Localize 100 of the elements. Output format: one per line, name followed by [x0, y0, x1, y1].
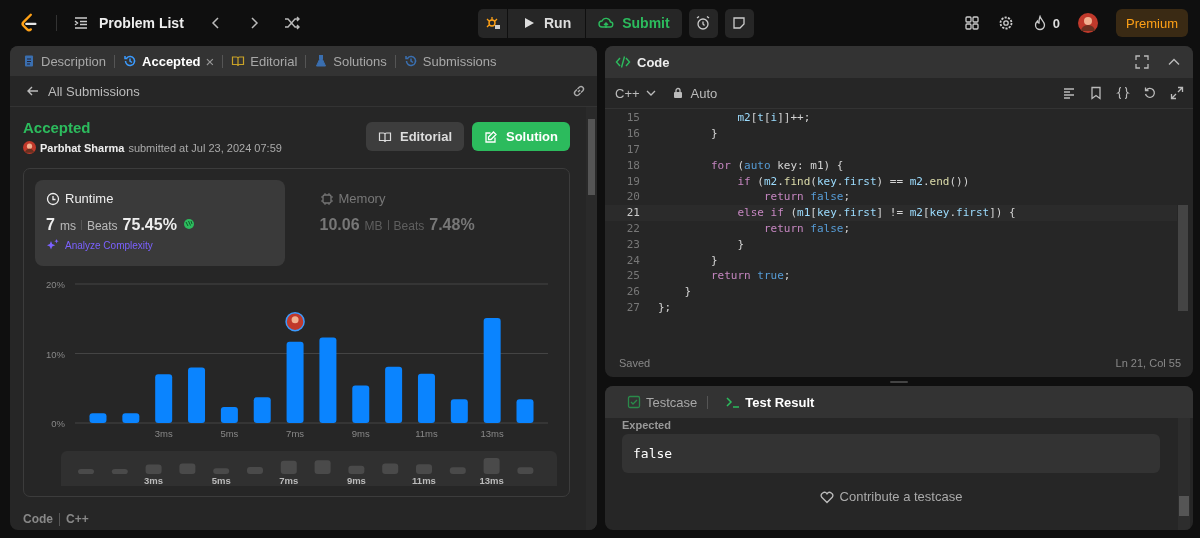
overview-label: 7ms — [279, 475, 299, 486]
overview-bar — [382, 463, 399, 474]
bar[interactable] — [352, 385, 370, 423]
beats-label: Beats — [86, 219, 118, 233]
run-button[interactable]: Run — [508, 8, 586, 38]
bar[interactable] — [417, 373, 435, 423]
tab[interactable]: Description — [20, 53, 109, 69]
tab[interactable]: Test Result — [714, 394, 815, 410]
bar[interactable] — [122, 413, 140, 423]
line-number: 19 — [625, 174, 641, 188]
overview-bar — [247, 467, 263, 474]
chip-icon — [319, 191, 334, 206]
flask-icon — [314, 54, 329, 68]
tab[interactable]: Editorial — [229, 53, 300, 69]
line-number: 23 — [625, 237, 641, 251]
code-line: } — [683, 285, 692, 299]
line-number: 21 — [625, 206, 641, 220]
note-icon — [731, 15, 748, 31]
language-label: C++ — [66, 512, 89, 526]
bar[interactable] — [516, 399, 534, 423]
avatar[interactable] — [1078, 13, 1098, 33]
stat-unit: ms — [59, 219, 76, 233]
submitted-time: submitted at Jul 23, 2024 07:59 — [128, 141, 282, 154]
range-overview[interactable]: 3ms 5ms 7ms 9ms 11ms 13ms — [61, 451, 557, 486]
timer-button[interactable] — [688, 8, 718, 38]
settings-icon[interactable] — [997, 15, 1014, 31]
bar[interactable] — [188, 367, 206, 423]
link-icon[interactable] — [571, 83, 587, 99]
x-tick-label: 13ms — [480, 428, 504, 439]
beats-value: 75.45% — [122, 216, 177, 234]
code-icon — [615, 54, 631, 70]
tab[interactable]: Accepted × — [121, 52, 217, 70]
bar[interactable] — [385, 366, 403, 423]
overview-bar — [78, 468, 94, 474]
memory-card[interactable]: Memory 10.06 MB Beats 7.48% — [308, 180, 558, 266]
document-icon — [22, 54, 36, 68]
x-tick-label: 7ms — [286, 428, 305, 439]
bar[interactable] — [155, 374, 173, 423]
note-button[interactable] — [724, 8, 754, 38]
line-number: 27 — [625, 300, 641, 314]
reset-icon[interactable] — [1143, 86, 1157, 100]
code-line: } — [709, 127, 718, 141]
contribute-testcase-link[interactable]: Contribute a testcase — [839, 489, 963, 504]
debug-button[interactable] — [478, 8, 507, 38]
code-line: return false; — [762, 221, 851, 235]
overview-bar — [483, 457, 500, 474]
scrollbar[interactable] — [1178, 418, 1190, 530]
code-line: } — [709, 253, 718, 267]
all-submissions-link[interactable]: All Submissions — [48, 83, 563, 99]
premium-button[interactable]: Premium — [1116, 9, 1188, 37]
code-line: m2[t[i]]++; — [736, 111, 811, 125]
stat-value: 10.06 — [319, 216, 360, 234]
bar[interactable] — [220, 407, 238, 423]
language-select[interactable]: C++ — [615, 85, 657, 101]
bar[interactable] — [253, 397, 271, 423]
close-icon[interactable]: × — [205, 52, 215, 70]
overview-bar — [449, 467, 466, 474]
heart-icon[interactable] — [819, 489, 834, 504]
overview-bar — [213, 468, 230, 474]
problem-list-title[interactable]: Problem List — [99, 15, 184, 31]
save-status: Saved — [619, 357, 651, 369]
format-icon[interactable] — [1062, 86, 1076, 100]
back-arrow-icon[interactable] — [26, 84, 40, 98]
braces-icon[interactable] — [1116, 86, 1130, 100]
x-tick-label: 9ms — [351, 428, 370, 439]
tab[interactable]: Solutions — [312, 53, 389, 69]
scrollbar[interactable] — [586, 107, 597, 530]
tab[interactable]: Testcase — [615, 394, 698, 410]
stat-title: Runtime — [65, 191, 114, 206]
tab[interactable]: Submissions — [401, 53, 499, 69]
clock-icon — [46, 191, 60, 206]
beats-label: Beats — [393, 219, 425, 233]
stat-title: Memory — [338, 191, 386, 206]
bar[interactable] — [450, 399, 468, 423]
bar[interactable] — [483, 318, 501, 423]
mode-label[interactable]: Auto — [690, 85, 718, 101]
overview-label: 11ms — [412, 475, 436, 486]
expand-icon[interactable] — [1170, 86, 1184, 100]
overview-bar — [416, 464, 432, 474]
code-label: Code — [23, 512, 53, 526]
cursor-position: Ln 21, Col 55 — [1115, 357, 1181, 369]
fullscreen-icon[interactable] — [1135, 55, 1149, 69]
checkbox-icon — [627, 395, 641, 409]
lock-icon — [671, 87, 684, 99]
author-name[interactable]: Parbhat Sharma — [40, 141, 125, 154]
y-tick-label: 0% — [51, 418, 65, 429]
runtime-card[interactable]: Runtime 7 ms Beats 75.45% Analyze Complexity — [35, 180, 285, 266]
bookmark-icon[interactable] — [1089, 86, 1103, 100]
overview-label: 5ms — [211, 475, 231, 486]
editorial-button[interactable]: Editorial — [366, 122, 464, 151]
user-avatar-marker — [285, 311, 305, 332]
bar[interactable] — [89, 413, 107, 423]
stat-value: 7 — [46, 216, 55, 234]
submit-button[interactable]: Submit — [586, 8, 682, 38]
shuffle-icon[interactable] — [283, 15, 300, 31]
x-tick-label: 11ms — [415, 428, 438, 439]
list-icon[interactable] — [73, 15, 89, 31]
layout-icon[interactable] — [963, 15, 980, 31]
history-icon — [403, 54, 418, 68]
line-number: 20 — [625, 190, 641, 204]
